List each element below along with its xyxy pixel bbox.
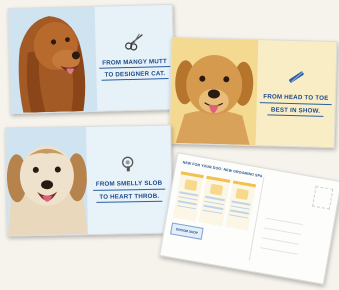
service-icon	[183, 179, 198, 192]
tagline-line-1: FROM MANGY MUTT	[99, 57, 171, 69]
stamp-box	[312, 185, 334, 210]
postcard-front-best-in-show: FROM HEAD TO TOE BEST IN SHOW.	[168, 36, 338, 149]
tagline-panel: FROM MANGY MUTT TO DESIGNER CAT.	[94, 4, 175, 111]
tagline-panel: FROM SMELLY SLOB TO HEART THROB.	[86, 125, 172, 235]
postcard-back: NEW FOR YOUR DOG: NEW GROOMING SPA GROOM…	[159, 152, 339, 285]
address-line	[263, 227, 302, 236]
comb-icon	[289, 71, 304, 83]
tagline-line-2: TO DESIGNER CAT.	[101, 69, 169, 82]
service-icon	[235, 188, 250, 201]
postcard-info-panel: NEW FOR YOUR DOG: NEW GROOMING SPA GROOM…	[167, 160, 263, 263]
service-column	[224, 180, 256, 231]
postcard-front-mangy-mutt: FROM MANGY MUTT TO DESIGNER CAT.	[7, 3, 176, 115]
scissors-icon	[124, 33, 143, 51]
service-icon	[209, 183, 224, 196]
address-line	[260, 247, 298, 255]
address-line	[265, 217, 303, 226]
service-columns	[172, 171, 256, 231]
address-area	[253, 177, 334, 276]
brand-logo: GROOM SHOP	[170, 222, 204, 240]
tagline-line-2: TO HEART THROB.	[96, 192, 163, 203]
shaggy-dog-photo	[6, 127, 88, 236]
postcard-front-heart-throb: FROM SMELLY SLOB TO HEART THROB.	[5, 124, 173, 237]
golden-retriever-photo	[169, 37, 259, 146]
tagline-line-1: FROM SMELLY SLOB	[92, 179, 166, 191]
tagline-line-1: FROM HEAD TO TOE	[260, 93, 332, 105]
dryer-icon	[122, 156, 134, 172]
tagline-panel: FROM HEAD TO TOE BEST IN SHOW.	[255, 40, 337, 148]
tagline-line-2: BEST IN SHOW.	[267, 105, 324, 117]
address-line	[261, 237, 300, 245]
afghan-hound-photo	[8, 6, 98, 114]
